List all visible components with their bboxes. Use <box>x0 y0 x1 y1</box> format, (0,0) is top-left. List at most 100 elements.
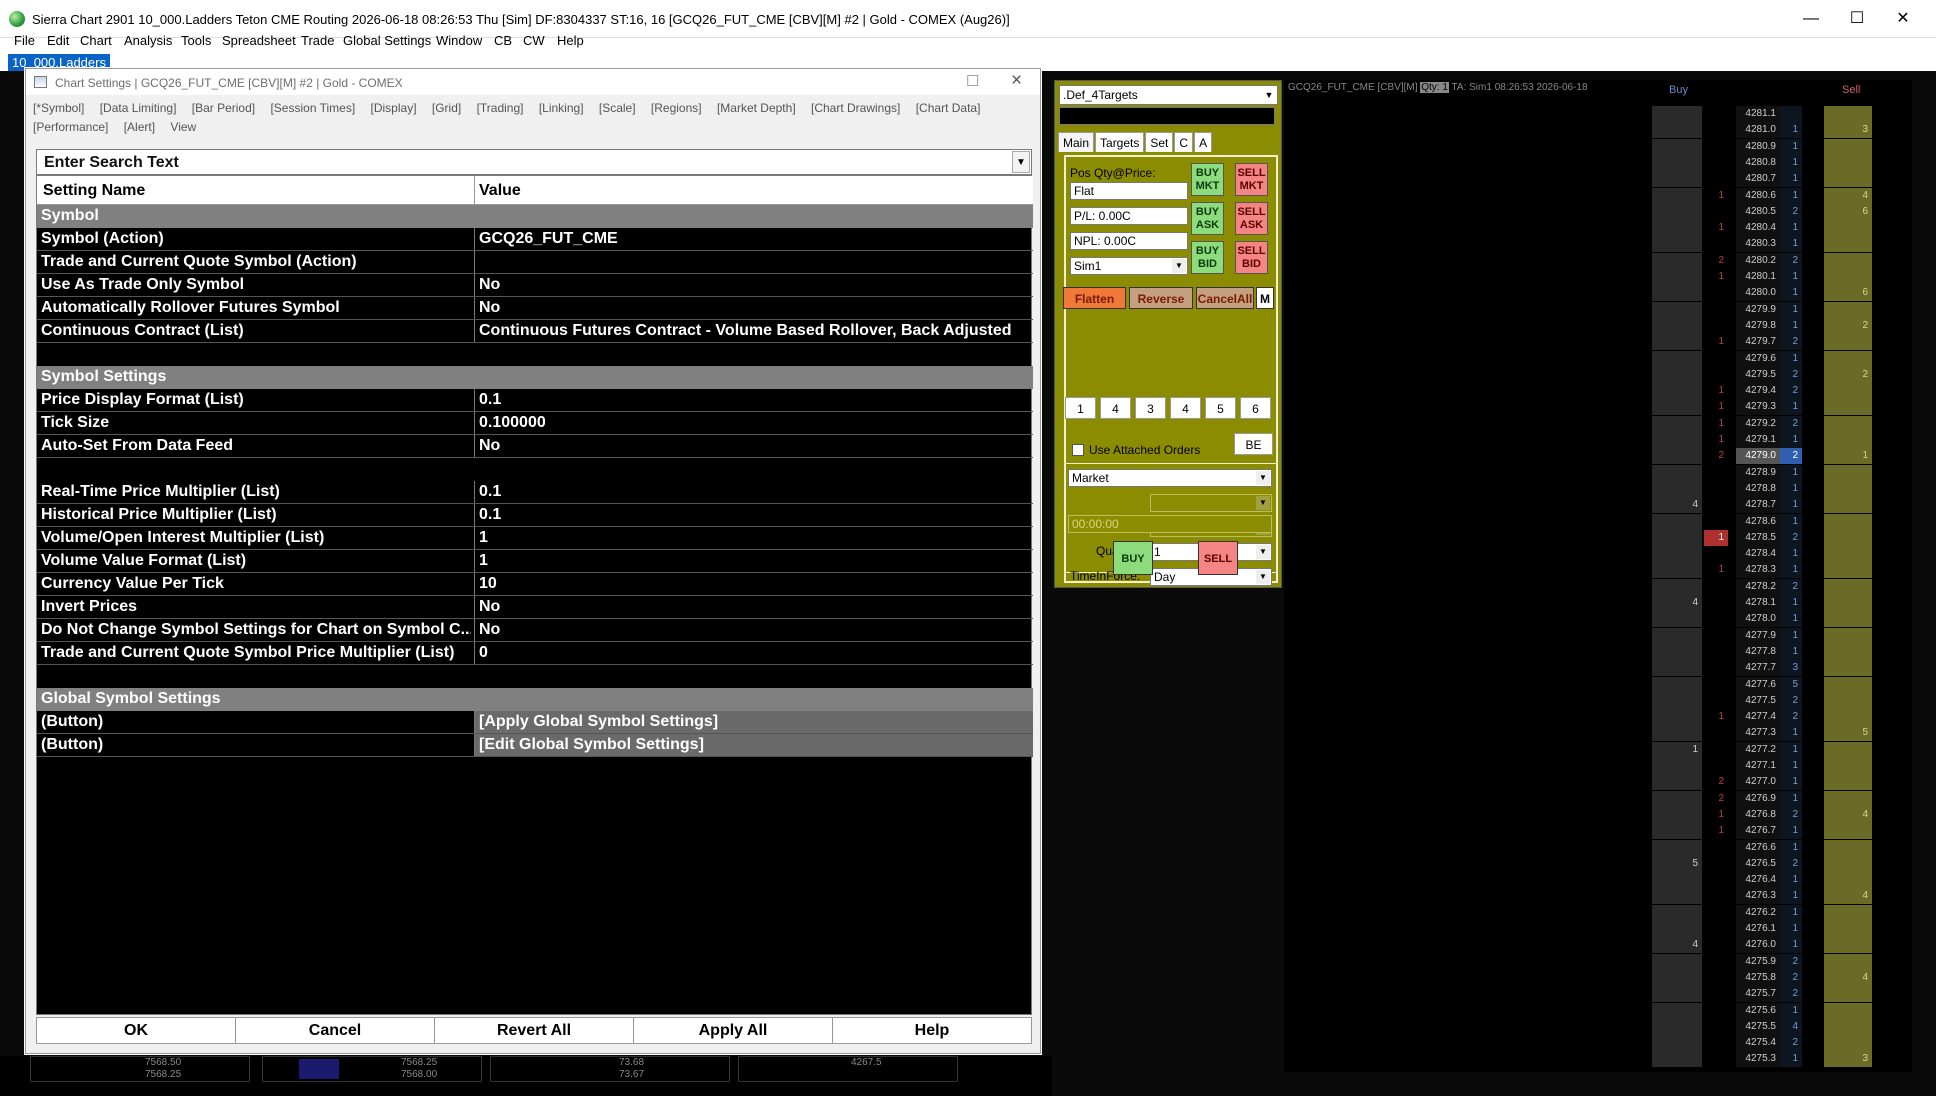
bid-size-cell[interactable] <box>1652 334 1702 351</box>
bid-size-cell[interactable] <box>1652 301 1702 318</box>
bid-size-cell[interactable] <box>1652 562 1702 579</box>
bid-trade-cell[interactable] <box>1704 514 1728 530</box>
volume-cell[interactable]: 1 <box>1780 790 1802 807</box>
bid-trade-cell[interactable]: 1 <box>1704 562 1728 578</box>
tab-a[interactable]: A <box>1194 132 1213 152</box>
ask-size-cell[interactable] <box>1824 252 1872 269</box>
cancel-button[interactable]: Cancel <box>236 1018 435 1044</box>
help-button[interactable]: Help <box>833 1018 1031 1044</box>
ladder-row[interactable]: 2 4276.9 1 <box>1284 790 1912 807</box>
ladder-row[interactable]: 4277.1 1 <box>1284 758 1912 774</box>
bid-size-cell[interactable] <box>1652 236 1702 253</box>
volume-cell[interactable]: 1 <box>1780 921 1802 937</box>
ladder-row[interactable]: 4279.5 2 2 <box>1284 366 1912 383</box>
ask-size-cell[interactable] <box>1824 904 1872 921</box>
volume-cell[interactable] <box>1780 106 1802 122</box>
bid-size-cell[interactable] <box>1652 888 1702 905</box>
bid-trade-cell[interactable] <box>1704 171 1728 187</box>
ladder-row[interactable]: 4278.4 1 <box>1284 546 1912 563</box>
bid-size-cell[interactable] <box>1652 106 1702 122</box>
volume-cell[interactable]: 2 <box>1780 415 1802 432</box>
ask-size-cell[interactable] <box>1824 415 1872 432</box>
ladder-row[interactable]: 4280.5 2 6 <box>1284 203 1912 220</box>
tab-targets[interactable]: Targets <box>1095 132 1145 152</box>
bid-trade-cell[interactable]: 1 <box>1704 416 1728 432</box>
volume-cell[interactable]: 2 <box>1780 986 1802 1003</box>
menu-window[interactable]: Window <box>436 33 482 48</box>
tab-grid[interactable]: [Grid] <box>432 99 461 118</box>
ladder-row[interactable]: 5 4276.5 2 <box>1284 855 1912 872</box>
button-row[interactable]: (Button) [Apply Global Symbol Settings] <box>37 711 1033 734</box>
tab-performance[interactable]: [Performance] <box>33 118 108 137</box>
bid-size-cell[interactable] <box>1652 611 1702 628</box>
volume-cell[interactable]: 1 <box>1780 1002 1802 1019</box>
volume-cell[interactable]: 1 <box>1780 904 1802 921</box>
ask-size-cell[interactable] <box>1824 154 1872 171</box>
menu-trade[interactable]: Trade <box>301 33 334 48</box>
volume-cell[interactable]: 2 <box>1780 953 1802 970</box>
bid-trade-cell[interactable] <box>1704 921 1728 937</box>
m-button[interactable]: M <box>1256 287 1274 309</box>
setting-value[interactable]: 0.1 <box>479 506 501 524</box>
bid-size-cell[interactable] <box>1652 285 1702 302</box>
volume-cell[interactable]: 1 <box>1780 285 1802 302</box>
qty-preset-3[interactable]: 3 <box>1135 397 1166 419</box>
column-divider[interactable] <box>474 176 475 205</box>
ladder-row[interactable]: 4281.1 <box>1284 106 1912 122</box>
setting-value[interactable]: No <box>479 437 500 455</box>
bid-trade-cell[interactable]: 1 <box>1704 807 1728 823</box>
ask-size-cell[interactable] <box>1824 546 1872 563</box>
bid-trade-cell[interactable] <box>1704 481 1728 497</box>
bid-size-cell[interactable]: 5 <box>1652 855 1702 872</box>
ladder-row[interactable]: 1 4279.1 1 <box>1284 432 1912 448</box>
setting-row[interactable]: Tick Size 0.100000 <box>37 412 1033 435</box>
volume-cell[interactable]: 1 <box>1780 839 1802 856</box>
bid-size-cell[interactable] <box>1652 627 1702 644</box>
volume-cell[interactable]: 1 <box>1780 546 1802 563</box>
ask-size-cell[interactable] <box>1824 709 1872 726</box>
ask-size-cell[interactable] <box>1824 138 1872 155</box>
qty-preset-6[interactable]: 6 <box>1240 397 1271 419</box>
ask-size-cell[interactable]: 3 <box>1824 122 1872 139</box>
volume-cell[interactable]: 1 <box>1780 888 1802 905</box>
bid-trade-cell[interactable] <box>1704 285 1728 301</box>
bid-trade-cell[interactable] <box>1704 139 1728 155</box>
volume-cell[interactable]: 2 <box>1780 366 1802 383</box>
tab-chart-data[interactable]: [Chart Data] <box>916 99 981 118</box>
ask-size-cell[interactable] <box>1824 774 1872 791</box>
ok-button[interactable]: OK <box>37 1018 236 1044</box>
bid-trade-cell[interactable] <box>1704 677 1728 693</box>
ask-size-cell[interactable] <box>1824 529 1872 546</box>
chevron-down-icon[interactable]: ▼ <box>1012 151 1030 173</box>
trade-config-select[interactable]: .Def_4Targets ▼ <box>1059 85 1278 105</box>
bid-trade-cell[interactable]: 1 <box>1704 188 1728 204</box>
ladder-row[interactable]: 4279.6 1 <box>1284 350 1912 367</box>
ladder-row[interactable]: 1 4279.3 1 <box>1284 399 1912 416</box>
ask-size-cell[interactable] <box>1824 106 1872 122</box>
volume-cell[interactable]: 1 <box>1780 138 1802 155</box>
time-field[interactable]: 00:00:00 <box>1068 515 1272 533</box>
tab-display[interactable]: [Display] <box>371 99 417 118</box>
bid-size-cell[interactable] <box>1652 709 1702 726</box>
bid-size-cell[interactable] <box>1652 1002 1702 1019</box>
revert-all-button[interactable]: Revert All <box>435 1018 634 1044</box>
bid-size-cell[interactable]: 4 <box>1652 497 1702 514</box>
bid-trade-cell[interactable]: 1 <box>1704 529 1728 546</box>
bid-trade-cell[interactable]: 1 <box>1704 269 1728 285</box>
volume-cell[interactable]: 2 <box>1780 448 1802 465</box>
mini-chart-2[interactable]: 7568.25 7568.00 <box>262 1056 482 1082</box>
bid-trade-cell[interactable] <box>1704 954 1728 970</box>
bid-size-cell[interactable] <box>1652 529 1702 546</box>
volume-cell[interactable]: 2 <box>1780 203 1802 220</box>
mini-chart-3[interactable]: 73.68 73.67 <box>490 1056 730 1082</box>
tab-alert[interactable]: [Alert] <box>124 118 155 137</box>
bid-trade-cell[interactable] <box>1704 937 1728 953</box>
ladder-row[interactable]: 4279.9 1 <box>1284 301 1912 318</box>
tab-data-limiting[interactable]: [Data Limiting] <box>100 99 177 118</box>
bid-trade-cell[interactable] <box>1704 465 1728 481</box>
bid-trade-cell[interactable] <box>1704 1051 1728 1067</box>
ladder-row[interactable]: 4278.2 2 <box>1284 578 1912 595</box>
bid-size-cell[interactable] <box>1652 1051 1702 1068</box>
ask-size-cell[interactable] <box>1824 497 1872 514</box>
ladder-row[interactable]: 4275.9 2 <box>1284 953 1912 970</box>
